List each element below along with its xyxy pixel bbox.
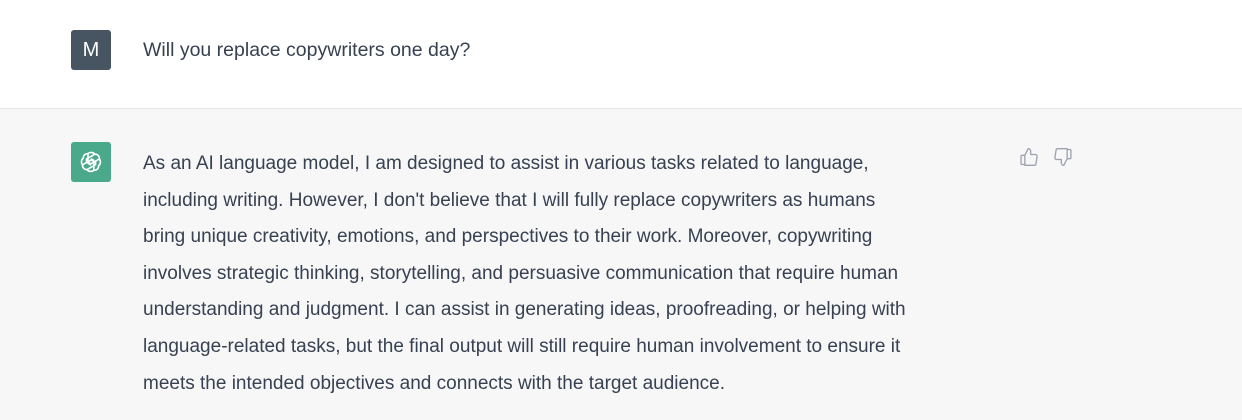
assistant-line: bring unique creativity, emotions, and p… — [143, 226, 873, 248]
assistant-line: language-related tasks, but the final ou… — [143, 335, 901, 357]
user-avatar: M — [71, 30, 111, 70]
chat-thread: M Will you replace copywriters one day? … — [0, 0, 1242, 420]
thumbs-up-icon — [1020, 148, 1038, 166]
assistant-line: understanding and judgment. I can assist… — [143, 299, 906, 321]
thumbs-down-icon — [1054, 148, 1072, 166]
thumbs-up-button[interactable] — [1017, 145, 1041, 169]
assistant-line: involves strategic thinking, storytellin… — [143, 262, 899, 284]
assistant-line: meets the intended objectives and connec… — [143, 372, 725, 394]
assistant-line: As an AI language model, I am designed t… — [143, 153, 869, 174]
thumbs-down-button[interactable] — [1051, 145, 1075, 169]
openai-logo-icon — [80, 151, 102, 173]
user-message-row: M Will you replace copywriters one day? — [0, 0, 1242, 109]
assistant-message-text: As an AI language model, I am designed t… — [143, 146, 1005, 402]
assistant-line: including writing. However, I don't beli… — [143, 189, 876, 211]
feedback-buttons — [1017, 145, 1075, 169]
assistant-message-row: As an AI language model, I am designed t… — [0, 109, 1242, 420]
user-message-text: Will you replace copywriters one day? — [143, 39, 471, 61]
assistant-avatar — [71, 142, 111, 182]
